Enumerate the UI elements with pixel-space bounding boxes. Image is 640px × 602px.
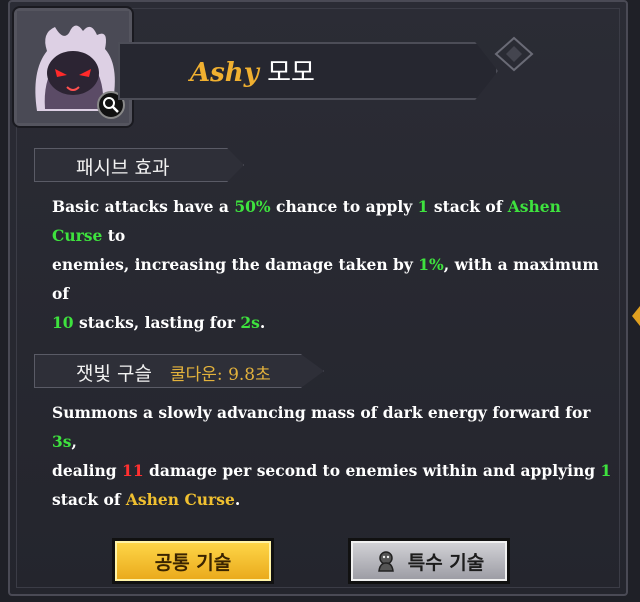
damage-value: 11 xyxy=(122,461,144,480)
duration-value: 2s xyxy=(240,313,260,332)
passive-description: Basic attacks have a 50% chance to apply… xyxy=(52,192,612,337)
text: damage per second to enemies within and … xyxy=(143,461,601,480)
text: Basic attacks have a xyxy=(52,197,235,216)
corner-ornament-icon xyxy=(494,36,534,72)
text: enemies, increasing the damage taken by xyxy=(52,255,419,274)
text: stack of xyxy=(428,197,508,216)
stack-value: 1 xyxy=(417,197,429,216)
ashen-curse-keyword: Ashen Curse xyxy=(125,490,235,509)
skill-description: Summons a slowly advancing mass of dark … xyxy=(52,398,612,514)
special-skill-label: 특수 기술 xyxy=(407,551,485,574)
chance-value: 50% xyxy=(234,197,271,216)
skill-line-1: Summons a slowly advancing mass of dark … xyxy=(52,398,612,456)
character-name-ko: 모모 xyxy=(267,58,315,88)
skill-duration-value: 3s xyxy=(52,432,72,451)
skill-title: 잿빛 구슬 xyxy=(76,363,152,385)
text: , xyxy=(71,432,77,451)
skill-stack-value: 1 xyxy=(600,461,612,480)
passive-line-3: 10 stacks, lasting for 2s. xyxy=(52,308,612,337)
passive-title: 패시브 효과 xyxy=(76,157,170,179)
special-skill-button[interactable]: 특수 기술 xyxy=(348,538,510,584)
text: . xyxy=(259,313,266,332)
character-title: Ashy 모모 xyxy=(190,52,315,89)
text: . xyxy=(234,490,241,509)
common-skill-label: 공통 기술 xyxy=(154,551,232,574)
skill-cooldown: 쿨다운: 9.8초 xyxy=(170,365,271,385)
text: Summons a slowly advancing mass of dark … xyxy=(52,403,591,422)
text: stack of xyxy=(52,490,126,509)
text: dealing xyxy=(52,461,123,480)
skill-line-3: stack of Ashen Curse. xyxy=(52,485,612,514)
max-stacks-value: 10 xyxy=(52,313,74,332)
passive-line-1: Basic attacks have a 50% chance to apply… xyxy=(52,192,612,250)
edge-arrow-icon[interactable] xyxy=(630,306,640,326)
character-portrait[interactable] xyxy=(14,8,132,126)
text: chance to apply xyxy=(270,197,418,216)
skill-title-row: 잿빛 구슬 쿨다운: 9.8초 xyxy=(76,359,271,386)
character-name-en: Ashy xyxy=(190,58,259,88)
text: stacks, lasting for xyxy=(73,313,241,332)
damage-increase-value: 1% xyxy=(418,255,444,274)
passive-line-2: enemies, increasing the damage taken by … xyxy=(52,250,612,308)
common-skill-button[interactable]: 공통 기술 xyxy=(112,538,274,584)
text: to xyxy=(102,226,126,245)
spirit-icon xyxy=(377,551,394,572)
skill-line-2: dealing 11 damage per second to enemies … xyxy=(52,456,612,485)
